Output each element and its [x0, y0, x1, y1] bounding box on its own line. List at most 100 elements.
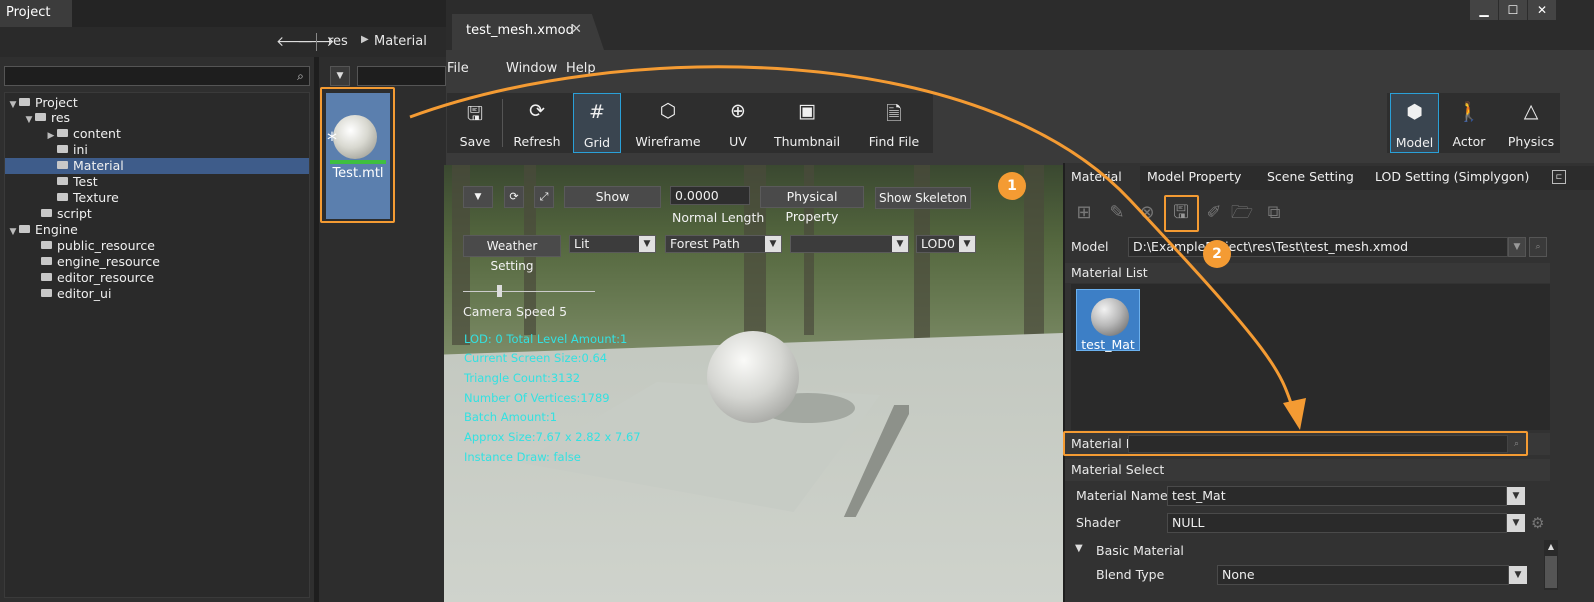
save-button[interactable]: 🖫 Save [449, 93, 501, 153]
tree-item-public-resource[interactable]: public_resource [41, 238, 309, 254]
minimize-icon[interactable]: ▁ [1470, 0, 1498, 20]
chevron-down-icon[interactable]: ▼ [1509, 566, 1527, 584]
window-close-icon[interactable]: ✕ [1528, 0, 1556, 20]
open-folder-icon[interactable]: 🗁 [1230, 200, 1254, 226]
breadcrumb-res[interactable]: res [328, 34, 348, 49]
lod-select[interactable]: LOD0 ▼ [916, 235, 976, 253]
menu-help[interactable]: Help [566, 61, 596, 76]
tree-item-editor-ui[interactable]: editor_ui [41, 286, 309, 302]
collapse-caret-icon[interactable]: ▶ [45, 128, 57, 144]
file-view-dropdown[interactable]: ▼ [330, 66, 350, 86]
expand-icon[interactable]: ⤢ [534, 186, 554, 208]
wireframe-cube-icon: ⬡ [659, 100, 677, 122]
show-skeleton-button[interactable]: Show Skeleton [875, 187, 971, 209]
tree-item-texture[interactable]: Texture [57, 190, 309, 206]
close-icon[interactable]: ✕ [571, 22, 582, 37]
physics-triangle-icon: △ [1523, 100, 1539, 122]
material-select-label: Material Select [1071, 462, 1165, 477]
rotate-icon[interactable]: ⟳ [504, 186, 524, 208]
edit-material-icon[interactable]: ✐ [1202, 200, 1226, 226]
physical-property-button[interactable]: Physical Property [760, 186, 864, 224]
tab-scene-setting[interactable]: Scene Setting [1267, 169, 1354, 184]
model-mode-button[interactable]: ⬢ Model [1390, 93, 1439, 153]
pick-material-icon[interactable]: ✎ [1105, 200, 1129, 226]
physics-mode-button[interactable]: △ Physics [1503, 93, 1559, 153]
empty-select[interactable]: ▼ [790, 235, 909, 253]
menu-file[interactable]: File [447, 61, 469, 76]
floppy-icon: 🖫 [466, 103, 484, 125]
shader-field[interactable]: NULL [1167, 513, 1507, 533]
forest-trunk [1024, 165, 1044, 345]
blend-type-field[interactable]: None [1217, 565, 1509, 585]
gear-icon[interactable]: ⚙ [1531, 514, 1544, 532]
camera-speed-label: Camera Speed 5 [463, 304, 568, 319]
tree-item-editor-resource[interactable]: editor_resource [41, 270, 309, 286]
material-name-label: Material Name [1076, 488, 1168, 503]
normal-length-label: Normal Length [672, 210, 765, 225]
camera-speed-slider[interactable] [463, 291, 595, 292]
preview-sphere [707, 331, 799, 423]
folder-icon [41, 257, 52, 265]
tree-item-engine[interactable]: ▼ Engine [7, 222, 309, 238]
remove-material-icon[interactable]: ⊗ [1135, 200, 1159, 226]
tree-item-material[interactable]: Material [5, 158, 309, 174]
expand-caret-icon[interactable]: ▼ [7, 224, 19, 240]
breadcrumb-material[interactable]: Material [374, 34, 427, 49]
show-button[interactable]: Show [564, 186, 661, 208]
expand-caret-icon[interactable]: ▼ [1075, 543, 1083, 554]
chevron-down-icon[interactable]: ▼ [1508, 237, 1526, 257]
globe-icon: ⊕ [730, 100, 746, 122]
material-name-field[interactable]: test_Mat [1167, 486, 1507, 506]
chevron-down-icon[interactable]: ▼ [1507, 514, 1525, 532]
menu-window[interactable]: Window [506, 61, 557, 76]
tree-item-ini[interactable]: ini [57, 142, 309, 158]
chevron-down-icon[interactable]: ▼ [1507, 487, 1525, 505]
actor-mode-button[interactable]: 🚶 Actor [1445, 93, 1493, 153]
nav-divider [316, 33, 317, 51]
material-list-label: Material List [1071, 265, 1148, 280]
tab-material[interactable]: Material [1071, 169, 1122, 184]
tree-item-content[interactable]: ▶ content [45, 126, 309, 142]
tree-item-test[interactable]: Test [57, 174, 309, 190]
search-icon[interactable]: ⌕ [292, 67, 309, 85]
lighting-select[interactable]: Lit ▼ [569, 235, 656, 253]
refresh-button[interactable]: ⟳ Refresh [507, 93, 567, 153]
wireframe-button[interactable]: ⬡ Wireframe [632, 93, 704, 153]
weather-setting-button[interactable]: Weather Setting [463, 235, 561, 273]
project-tab[interactable]: Project [0, 0, 72, 27]
thumbnail-button[interactable]: ▣ Thumbnail [770, 93, 844, 153]
tree-item-script[interactable]: script [41, 206, 309, 222]
normal-length-input[interactable]: 0.0000 [670, 186, 750, 205]
find-file-icon: 🗎 [886, 103, 902, 125]
grid-button[interactable]: # Grid [573, 93, 621, 153]
uv-button[interactable]: ⊕ UV [712, 93, 764, 153]
expand-caret-icon[interactable]: ▼ [7, 97, 19, 113]
add-material-icon[interactable]: ⊞ [1072, 200, 1096, 226]
chevron-down-icon: ▼ [639, 236, 655, 252]
folder-icon [35, 113, 46, 121]
maximize-icon[interactable]: ☐ [1499, 0, 1527, 20]
search-icon[interactable]: ⌕ [1529, 237, 1547, 257]
camera-speed-handle[interactable] [497, 285, 502, 297]
tree-item-res[interactable]: ▼ res [23, 110, 309, 126]
material-sphere-icon [1091, 298, 1129, 336]
tree-item-engine-resource[interactable]: engine_resource [41, 254, 309, 270]
tab-lod-setting[interactable]: LOD Setting (Simplygon) [1375, 169, 1529, 184]
project-search-input[interactable] [4, 66, 310, 86]
environment-select[interactable]: Forest Path ▼ [665, 235, 782, 253]
chevron-down-icon: ▼ [765, 236, 781, 252]
tab-model-property[interactable]: Model Property [1147, 169, 1241, 184]
scroll-thumb[interactable] [1545, 556, 1557, 588]
tree-item-project[interactable]: ▼ Project [7, 95, 309, 111]
viewport-menu-button[interactable]: ▼ [463, 186, 493, 208]
find-file-button[interactable]: 🗎 Find File [860, 93, 928, 153]
pin-icon[interactable]: ⊏ [1552, 170, 1566, 184]
model-path-field[interactable]: D:\ExampleProject\res\Test\test_mesh.xmo… [1128, 237, 1508, 257]
scroll-up-icon[interactable]: ▲ [1544, 540, 1558, 554]
file-filter-input[interactable] [357, 66, 446, 86]
highlight-file-item [320, 87, 395, 223]
folder-icon [19, 225, 30, 233]
expand-caret-icon[interactable]: ▼ [23, 112, 35, 128]
project-tree: ▼ Project ▼ res ▶ content ini Material Test… [4, 92, 310, 598]
replace-material-icon[interactable]: ⧉ [1262, 200, 1286, 226]
